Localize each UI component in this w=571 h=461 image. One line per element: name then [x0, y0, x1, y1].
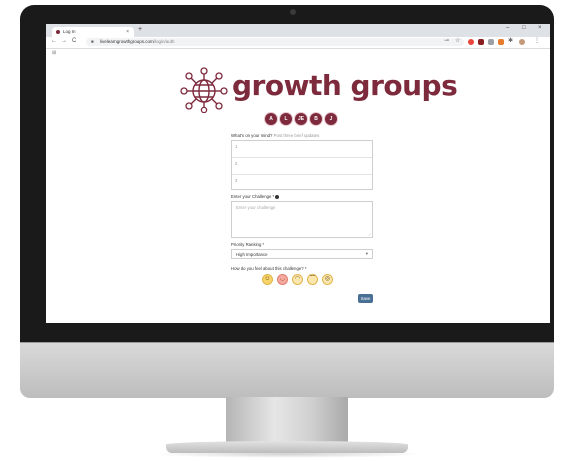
minimize-button[interactable]: –	[506, 25, 509, 31]
avatar[interactable]: JE	[295, 113, 307, 125]
webcam	[290, 9, 296, 15]
monitor-chin	[20, 342, 554, 398]
priority-select[interactable]: High Importance ▾	[231, 249, 373, 259]
profile-avatar-icon[interactable]	[519, 39, 525, 45]
smiling-face-icon[interactable]: ☺	[262, 274, 273, 285]
updates-field[interactable]: 1 2 3	[231, 140, 373, 190]
save-button[interactable]: Save	[358, 294, 373, 303]
page-content: growth groups A L JE B J What's on your …	[46, 59, 550, 323]
feel-label: How do you feel about this challenge? *	[231, 266, 307, 271]
close-window-button[interactable]: ×	[538, 25, 542, 31]
lock-icon: ■	[91, 39, 94, 44]
line-divider	[232, 174, 372, 175]
url-domain: livelearngrowthgroups.com	[100, 39, 154, 44]
mind-hint: Post three brief updates	[273, 133, 320, 138]
reload-button[interactable]: C	[72, 38, 76, 44]
apps-grid-icon[interactable]: ⊞	[52, 50, 56, 56]
info-icon[interactable]	[275, 194, 280, 199]
chevron-down-icon: ▾	[365, 251, 368, 256]
new-tab-button[interactable]: +	[138, 26, 142, 33]
sad-face-icon[interactable]: ︶	[307, 274, 318, 285]
resize-handle-icon[interactable]: ⟋	[368, 232, 371, 237]
tab-bar: Log In × + – □ ×	[46, 24, 550, 37]
maximize-button[interactable]: □	[522, 25, 526, 31]
avatar[interactable]: J	[325, 113, 337, 125]
challenge-textarea[interactable]: Enter your challenge ⟋	[231, 201, 373, 238]
url-path: /login/auth	[153, 39, 175, 44]
extension-icon-4[interactable]	[498, 39, 504, 45]
challenge-label: Enter your Challenge *	[231, 194, 280, 199]
bookmarks-bar: ⊞	[46, 49, 550, 59]
challenge-placeholder: Enter your challenge	[236, 205, 276, 210]
update-line-number: 2	[235, 161, 238, 166]
shocked-face-icon[interactable]: ◎	[322, 274, 333, 285]
neutral-face-icon[interactable]: ◠	[292, 274, 303, 285]
tab-title: Log In	[63, 29, 76, 34]
extension-icon-2[interactable]	[478, 39, 484, 45]
forward-button[interactable]: →	[61, 38, 67, 44]
logo-wordmark: growth groups	[232, 69, 458, 102]
priority-selected-value: High Importance	[236, 252, 268, 257]
priority-label: Priority Ranking *	[231, 242, 265, 247]
browser-menu-icon[interactable]: ⋮	[534, 37, 540, 44]
extension-icon-1[interactable]	[468, 39, 474, 45]
extensions-puzzle-icon[interactable]: ✱	[508, 37, 513, 44]
browser-window: Log In × + – □ × ← → C ■ livelearngrowth…	[46, 24, 550, 323]
favicon-icon	[56, 30, 60, 34]
tab-login[interactable]: Log In ×	[52, 27, 134, 37]
avatar[interactable]: A	[265, 113, 277, 125]
monitor-stand	[226, 397, 348, 443]
monitor-base	[166, 441, 408, 453]
key-icon[interactable]: ⊸	[444, 37, 449, 44]
avatar[interactable]: B	[310, 113, 322, 125]
heart-eyes-face-icon[interactable]: ◡	[277, 274, 288, 285]
mind-label: What's on your mind? Post three brief up…	[231, 133, 320, 138]
extension-icon-3[interactable]	[488, 39, 494, 45]
update-line-number: 3	[235, 178, 238, 183]
line-divider	[232, 157, 372, 158]
url-input[interactable]: ■ livelearngrowthgroups.com/login/auth	[86, 38, 464, 46]
globe-network-logo-icon	[180, 67, 228, 113]
tab-close-icon[interactable]: ×	[126, 27, 129, 37]
back-button[interactable]: ←	[51, 38, 57, 44]
update-line-number: 1	[235, 144, 238, 149]
bookmark-star-icon[interactable]: ☆	[455, 37, 460, 44]
address-bar: ← → C ■ livelearngrowthgroups.com/login/…	[46, 37, 550, 49]
avatar[interactable]: L	[280, 113, 292, 125]
